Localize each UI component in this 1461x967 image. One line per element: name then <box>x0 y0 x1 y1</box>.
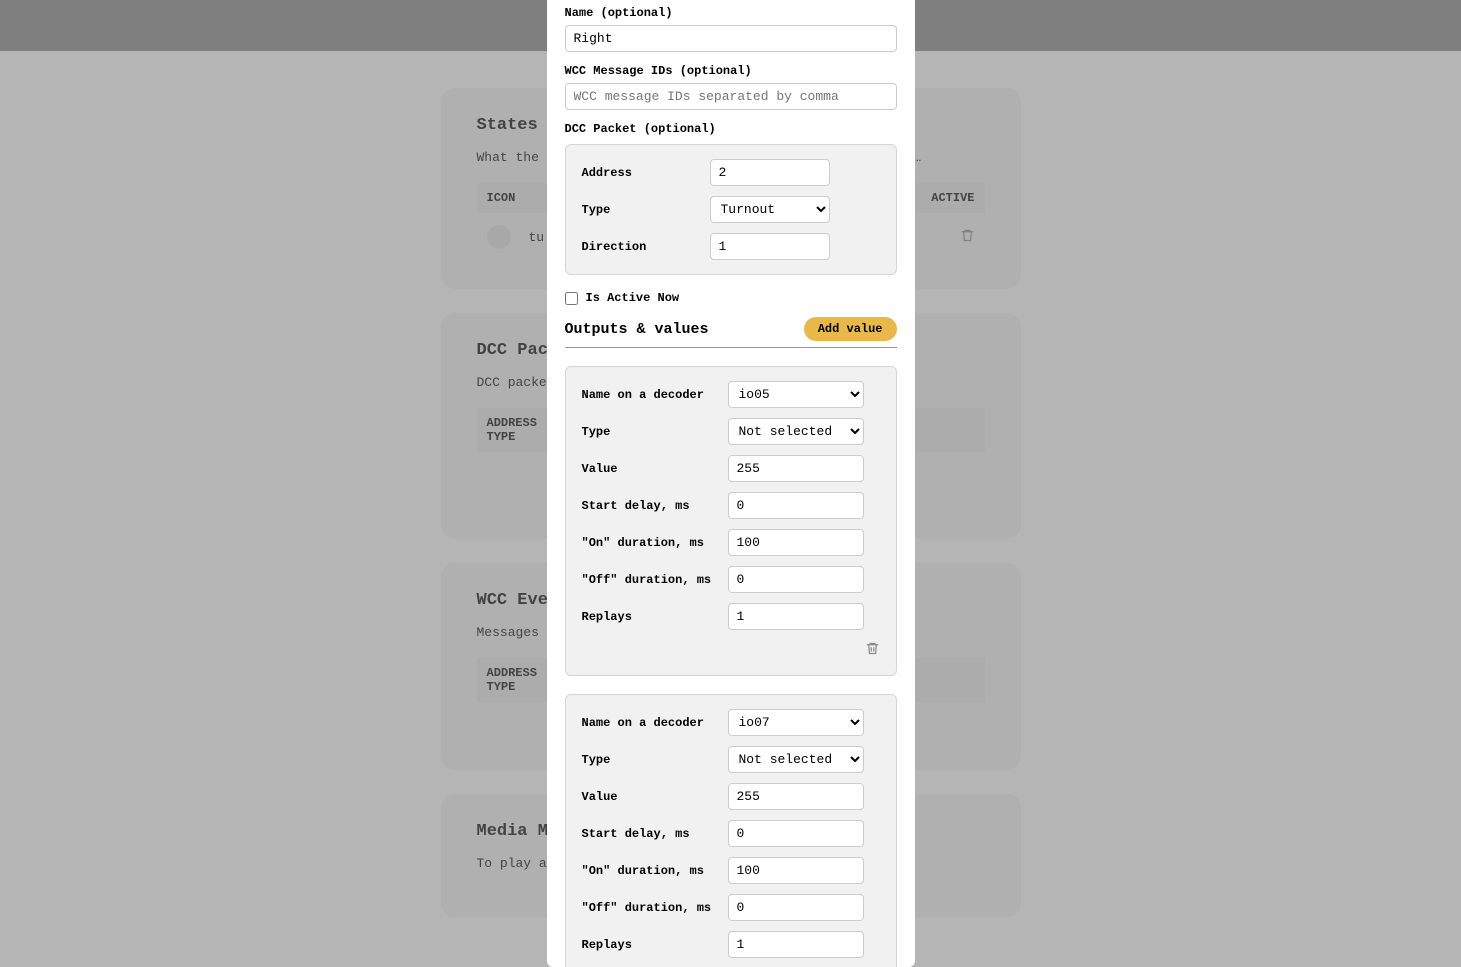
wcc-ids-label: WCC Message IDs (optional) <box>565 64 897 78</box>
out-replays-label: Replays <box>582 610 728 624</box>
out-type-label: Type <box>582 753 728 767</box>
address-input[interactable] <box>710 159 830 186</box>
out-off-input[interactable] <box>728 566 864 593</box>
out-start-label: Start delay, ms <box>582 827 728 841</box>
out-replays-input[interactable] <box>728 931 864 958</box>
dcc-packet-box: Address Type Turnout Direction <box>565 144 897 275</box>
out-value-input[interactable] <box>728 783 864 810</box>
output-item-0: Name on a decoderio05 TypeNot selected V… <box>565 366 897 676</box>
out-on-label: "On" duration, ms <box>582 864 728 878</box>
out-type-select[interactable]: Not selected <box>728 418 864 445</box>
type-label: Type <box>582 203 710 217</box>
out-on-input[interactable] <box>728 857 864 884</box>
direction-label: Direction <box>582 240 710 254</box>
outputs-title: Outputs & values <box>565 321 709 338</box>
wcc-ids-input[interactable] <box>565 83 897 110</box>
name-input[interactable] <box>565 25 897 52</box>
out-name-select[interactable]: io05 <box>728 381 864 408</box>
out-value-input[interactable] <box>728 455 864 482</box>
out-name-label: Name on a decoder <box>582 388 728 402</box>
out-replays-label: Replays <box>582 938 728 952</box>
edit-state-modal: Name (optional) WCC Message IDs (optiona… <box>547 0 915 967</box>
out-off-label: "Off" duration, ms <box>582 573 728 587</box>
add-value-button[interactable]: Add value <box>804 317 897 341</box>
address-label: Address <box>582 166 710 180</box>
output-item-1: Name on a decoderio07 TypeNot selected V… <box>565 694 897 967</box>
out-start-input[interactable] <box>728 820 864 847</box>
out-value-label: Value <box>582 790 728 804</box>
name-label: Name (optional) <box>565 6 897 20</box>
dcc-packet-label: DCC Packet (optional) <box>565 122 897 136</box>
out-type-label: Type <box>582 425 728 439</box>
trash-icon[interactable] <box>865 640 880 661</box>
out-name-select[interactable]: io07 <box>728 709 864 736</box>
out-on-input[interactable] <box>728 529 864 556</box>
out-name-label: Name on a decoder <box>582 716 728 730</box>
out-off-input[interactable] <box>728 894 864 921</box>
outputs-header: Outputs & values Add value <box>565 317 897 348</box>
out-off-label: "Off" duration, ms <box>582 901 728 915</box>
out-type-select[interactable]: Not selected <box>728 746 864 773</box>
is-active-checkbox[interactable] <box>565 292 578 305</box>
direction-input[interactable] <box>710 233 830 260</box>
out-start-input[interactable] <box>728 492 864 519</box>
out-replays-input[interactable] <box>728 603 864 630</box>
out-value-label: Value <box>582 462 728 476</box>
is-active-label: Is Active Now <box>586 291 680 305</box>
type-select[interactable]: Turnout <box>710 196 830 223</box>
out-on-label: "On" duration, ms <box>582 536 728 550</box>
out-start-label: Start delay, ms <box>582 499 728 513</box>
